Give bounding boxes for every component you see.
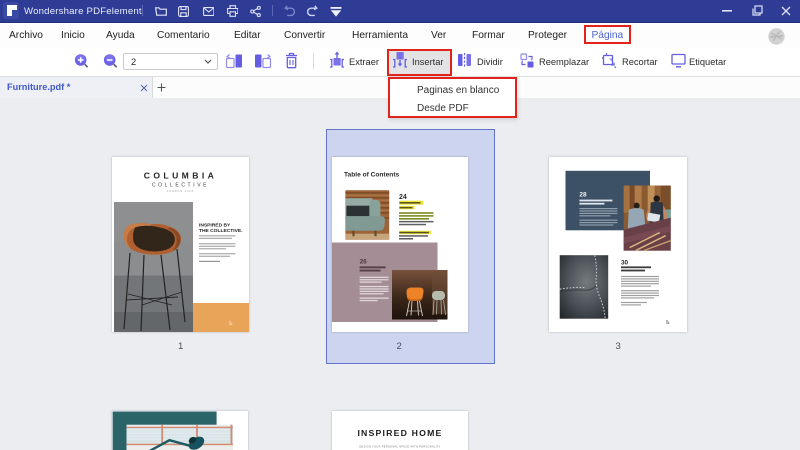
svg-text:26: 26 — [360, 259, 368, 266]
svg-text:30: 30 — [621, 260, 629, 267]
svg-text:Table of Contents: Table of Contents — [344, 171, 400, 178]
svg-text:Ь: Ь — [666, 320, 670, 326]
svg-text:Ь: Ь — [229, 321, 233, 327]
svg-text:THE COLLECTIVE.: THE COLLECTIVE. — [199, 228, 243, 234]
svg-text:COLLECTIVE: COLLECTIVE — [152, 183, 209, 189]
svg-text:24: 24 — [399, 194, 407, 201]
svg-text:INSPIRED HOME: INSPIRED HOME — [357, 428, 442, 438]
svg-text:COLUMBIA: COLUMBIA — [144, 170, 218, 180]
svg-text:LONDON 2020: LONDON 2020 — [167, 190, 194, 193]
svg-text:28: 28 — [579, 192, 587, 199]
svg-text:INSPIRED BY: INSPIRED BY — [199, 223, 231, 229]
svg-text:DESIGN YOUR PERSONAL SPACE WIT: DESIGN YOUR PERSONAL SPACE WITH PERSONAL… — [359, 444, 440, 448]
